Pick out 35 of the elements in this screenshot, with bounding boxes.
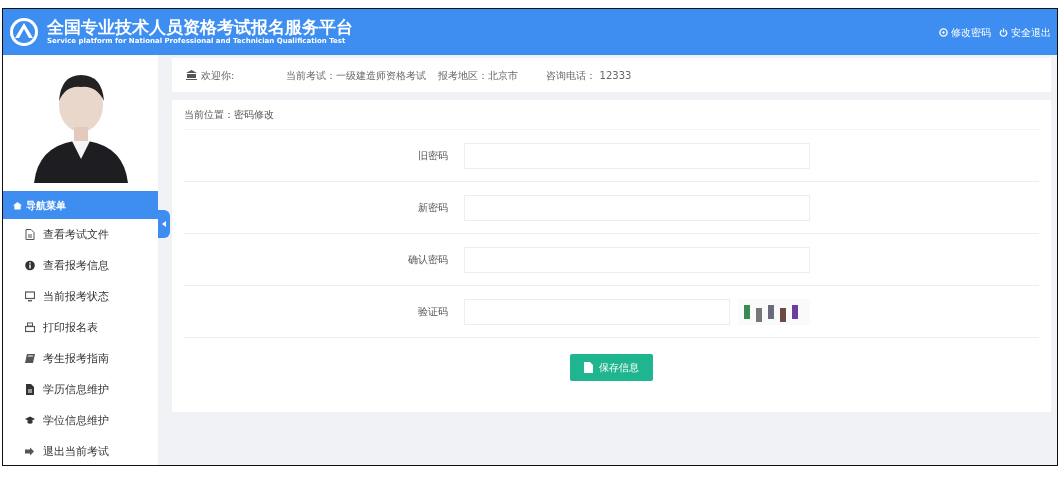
sidebar-item[interactable]: 退出当前考试	[3, 436, 158, 465]
power-icon	[999, 27, 1008, 37]
exit-icon	[25, 446, 35, 457]
hotline-text: 咨询电话： 12333	[546, 68, 632, 83]
collapse-handle[interactable]	[158, 210, 170, 238]
info-icon	[25, 260, 35, 271]
exam-region: 报考地区：北京市	[438, 68, 519, 83]
field-label: 验证码	[417, 305, 449, 319]
printer-icon	[25, 322, 35, 333]
field-label: 旧密码	[417, 149, 449, 163]
graduation-cap-icon	[25, 415, 35, 426]
logo-icon	[9, 17, 39, 47]
sidebar-item[interactable]: 考生报考指南	[3, 343, 158, 374]
caret-icon	[162, 221, 166, 227]
bank-icon	[186, 70, 197, 80]
menu-title: 导航菜单	[26, 198, 66, 213]
field-label: 确认密码	[407, 253, 449, 267]
site-title: 全国专业技术人员资格考试报名服务平台	[47, 18, 353, 38]
document-icon	[584, 362, 593, 373]
field-label: 新密码	[417, 201, 449, 215]
sidebar-item[interactable]: 学历信息维护	[3, 374, 158, 405]
sidebar-item[interactable]: 学位信息维护	[3, 405, 158, 436]
sidebar-item[interactable]: 查看考试文件	[3, 219, 158, 250]
file-icon	[25, 229, 35, 240]
settings-icon	[939, 27, 948, 37]
welcome-text: 欢迎你:	[201, 68, 235, 83]
current-exam: 当前考试：一级建造师资格考试	[286, 68, 427, 83]
sidebar-item[interactable]: 当前报考状态	[3, 281, 158, 312]
home-icon	[13, 200, 22, 210]
book-icon	[25, 353, 35, 364]
monitor-icon	[25, 291, 35, 302]
sidebar-item[interactable]: 查看报考信息	[3, 250, 158, 281]
breadcrumb: 当前位置：密码修改	[184, 108, 274, 122]
sidebar-item[interactable]: 打印报名表	[3, 312, 158, 343]
document-icon	[25, 384, 35, 395]
